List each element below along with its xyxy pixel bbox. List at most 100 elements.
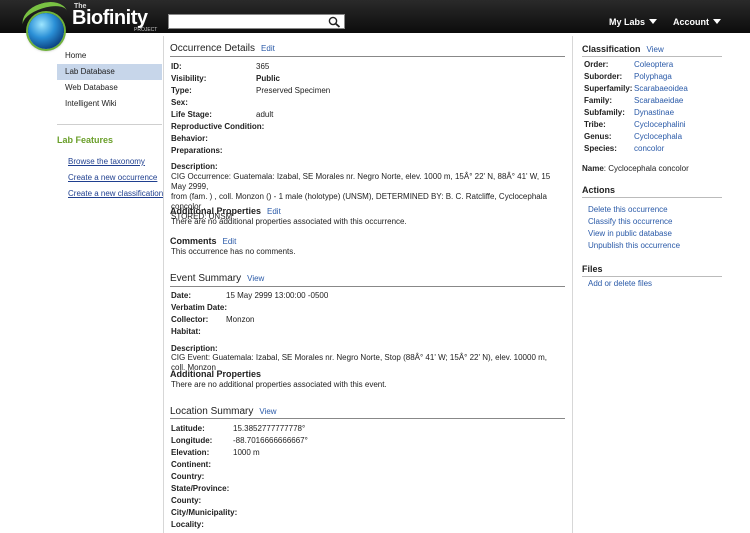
rank-value-link[interactable]: Cyclocephalini [634,120,686,129]
browse-taxonomy-link[interactable]: Browse the taxonomy [68,156,163,172]
view-public-database-link[interactable]: View in public database [588,229,672,238]
comments-edit-link[interactable]: Edit [223,237,237,246]
rank-label: Tribe: [584,120,606,129]
classification-view-link[interactable]: View [647,45,664,54]
rank-label: Order: [584,60,609,69]
field-value: Public [256,74,281,83]
event-additional-properties-title: Additional Properties [170,369,262,379]
biofinity-logo[interactable]: The Biofinity PROJECT [18,0,162,55]
section-divider [170,56,565,57]
lab-features-title: Lab Features [57,135,114,145]
account-menu[interactable]: Account [673,17,721,27]
field-label: Life Stage: [171,110,212,119]
rank-value-link[interactable]: Polyphaga [634,72,672,81]
field-value: Preserved Specimen [256,86,331,95]
field-value: Monzon [226,315,255,324]
rank-value-link[interactable]: Dynastinae [634,108,674,117]
chevron-down-icon [649,19,658,24]
classification-name: Name: Cyclocephala concolor [582,164,689,173]
name-label: Name [582,164,604,173]
description-label: Description: [171,162,218,171]
description-label: Description: [171,344,218,353]
comments-title: Comments Edit [170,236,236,246]
left-nav: Home Lab Database Web Database Intellige… [57,48,162,112]
rank-value-link[interactable]: Cyclocephala [634,132,682,141]
field-label: Locality: [171,520,204,529]
my-labs-label: My Labs [609,17,646,27]
location-view-link[interactable]: View [259,407,276,416]
field-label: Elevation: [171,448,210,457]
actions-title: Actions [582,185,616,195]
event-additional-properties-text: There are no additional properties assoc… [171,380,387,389]
my-labs-menu[interactable]: My Labs [609,17,658,27]
search-box[interactable] [168,14,345,29]
divider [57,124,162,125]
field-label: Visibility: [171,74,207,83]
location-summary-label: Location Summary [170,406,254,417]
search-input[interactable] [170,16,326,27]
field-label: Sex: [171,98,188,107]
field-value: 365 [256,62,270,71]
section-divider [582,276,722,277]
create-occurrence-link[interactable]: Create a new occurrence [68,172,163,188]
field-label: Longitude: [171,436,213,445]
rank-value-link[interactable]: Scarabaeoidea [634,84,688,93]
add-delete-files-link[interactable]: Add or delete files [588,279,652,288]
rank-value-link[interactable]: Scarabaeidae [634,96,683,105]
field-label: ID: [171,62,182,71]
section-divider [170,418,565,419]
unpublish-occurrence-link[interactable]: Unpublish this occurrence [588,241,680,250]
nav-item-intelligent-wiki[interactable]: Intelligent Wiki [57,96,162,112]
field-label: Habitat: [171,327,201,336]
field-label: Behavior: [171,134,208,143]
rank-label: Family: [584,96,613,105]
name-value: : Cyclocephala concolor [603,164,689,173]
main-content: Occurrence Details Edit ID: 365 Visibilit… [163,36,573,533]
field-label: Date: [171,291,192,300]
event-summary-title: Event Summary View [170,273,264,284]
field-label: City/Municipality: [171,508,238,517]
rank-label: Genus: [584,132,612,141]
create-classification-link[interactable]: Create a new classification [68,188,163,204]
search-icon[interactable] [328,16,341,28]
logo-project: PROJECT [134,27,158,33]
classification-title: Classification View [582,44,664,54]
nav-item-web-database[interactable]: Web Database [57,80,162,96]
event-view-link[interactable]: View [247,274,264,283]
field-value: 15.3852777777778° [233,424,306,433]
additional-properties-text: There are no additional properties assoc… [171,217,407,226]
section-divider [582,56,722,57]
rank-value-link[interactable]: concolor [634,144,664,153]
nav-item-lab-database[interactable]: Lab Database [57,64,162,80]
classification-label: Classification [582,44,641,54]
chevron-down-icon [713,19,721,24]
lab-features-list: Browse the taxonomy Create a new occurre… [68,156,163,204]
additional-properties-label: Additional Properties [170,206,262,216]
field-value: 1000 m [233,448,260,457]
location-summary-title: Location Summary View [170,406,277,417]
field-label: Preparations: [171,146,223,155]
delete-occurrence-link[interactable]: Delete this occurrence [588,205,668,214]
field-label: Verbatim Date: [171,303,228,312]
classify-occurrence-link[interactable]: Classify this occurrence [588,217,672,226]
field-label: Collector: [171,315,209,324]
rank-value-link[interactable]: Coleoptera [634,60,673,69]
field-label: Continent: [171,460,211,469]
section-divider [582,197,722,198]
field-label: Latitude: [171,424,205,433]
account-label: Account [673,17,709,27]
field-label: County: [171,496,202,505]
rank-label: Suborder: [584,72,623,81]
additional-properties-title: Additional Properties Edit [170,206,281,216]
files-title: Files [582,264,603,274]
occurrence-details-label: Occurrence Details [170,43,256,54]
field-label: Type: [171,86,192,95]
additional-properties-edit-link[interactable]: Edit [267,207,281,216]
comments-text: This occurrence has no comments. [171,247,296,256]
event-summary-label: Event Summary [170,273,242,284]
section-divider [170,286,565,287]
rank-label: Superfamily: [584,84,633,93]
occurrence-edit-link[interactable]: Edit [261,44,275,53]
field-value: -88.7016666666667° [233,436,308,445]
field-label: Country: [171,472,205,481]
